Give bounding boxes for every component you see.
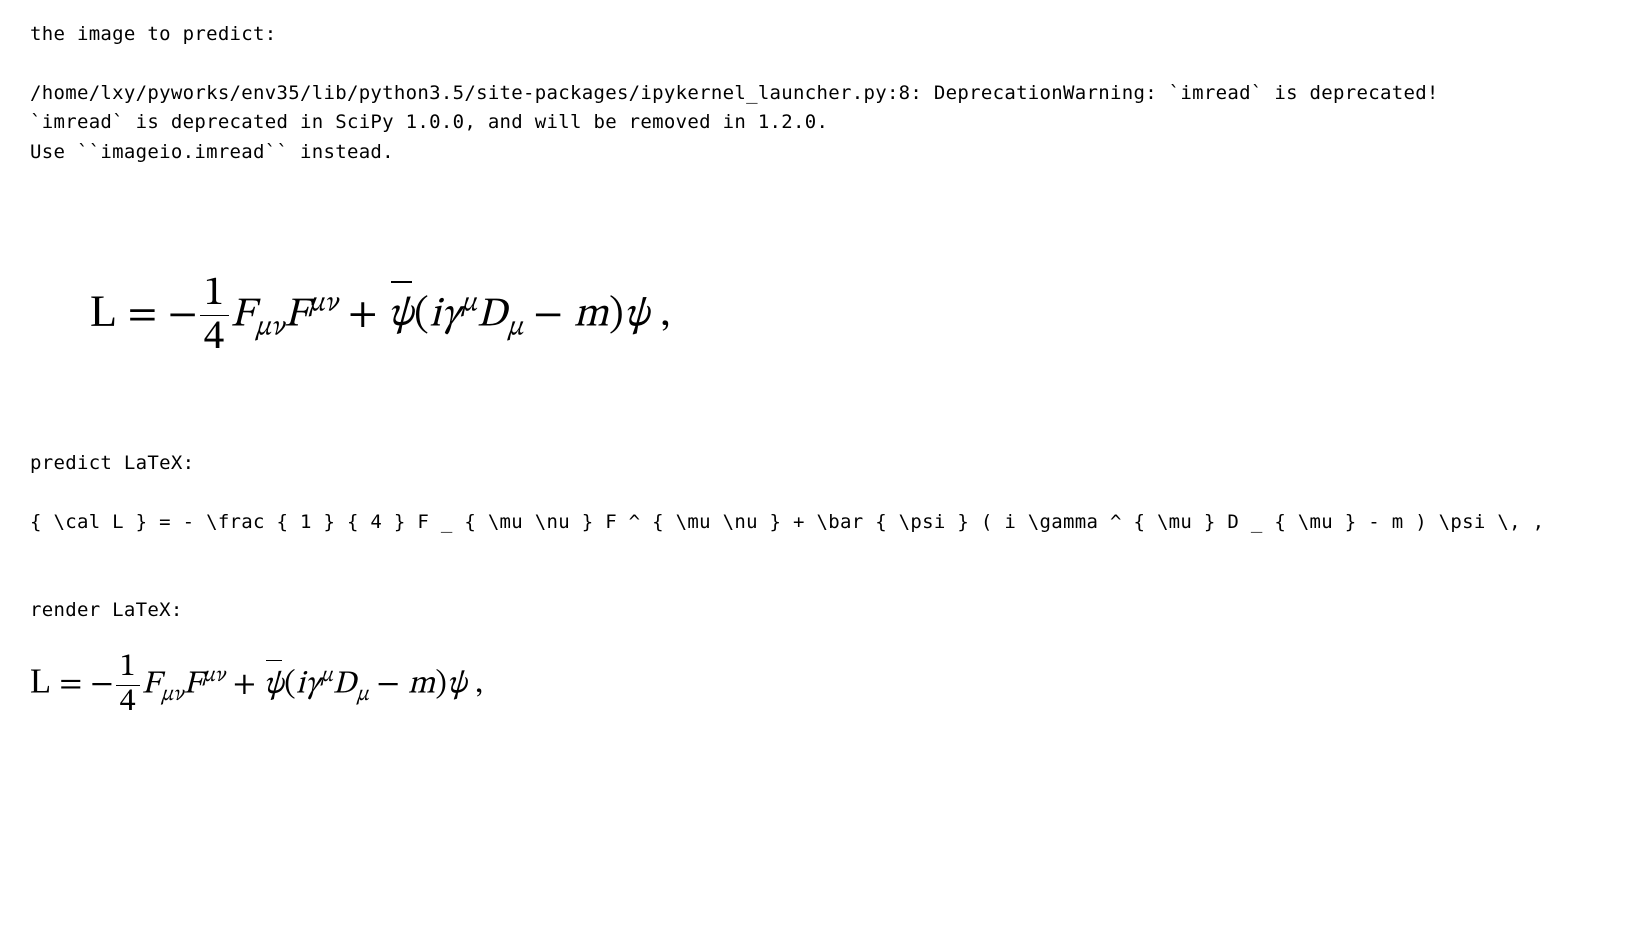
deprecation-warning-line1: /home/lxy/pyworks/env35/lib/python3.5/si… <box>30 79 1620 108</box>
symbol-cal-L-rendered: L <box>30 663 51 701</box>
image-predict-label: the image to predict: <box>30 20 1620 49</box>
symbol-psi-bar: ψ <box>388 283 414 347</box>
deprecation-warning-line3: Use ``imageio.imread`` instead. <box>30 138 1620 167</box>
symbol-psi-bar-rendered: ψ <box>264 661 284 711</box>
render-latex-label: render LaTeX: <box>30 596 1620 625</box>
deprecation-warning-line2: `imread` is deprecated in SciPy 1.0.0, a… <box>30 108 1620 137</box>
rendered-latex-formula: L = −14FμνFμν + ψ(iγμDμ − m)ψ , <box>30 626 1620 729</box>
predicted-latex-source: { \cal L } = - \frac { 1 } { 4 } F _ { \… <box>30 508 1620 537</box>
predict-latex-label: predict LaTeX: <box>30 449 1620 478</box>
input-formula-image: L = −14FμνFμν + ψ(iγμDμ − m)ψ , <box>30 242 1620 369</box>
symbol-cal-L: L <box>90 286 118 335</box>
